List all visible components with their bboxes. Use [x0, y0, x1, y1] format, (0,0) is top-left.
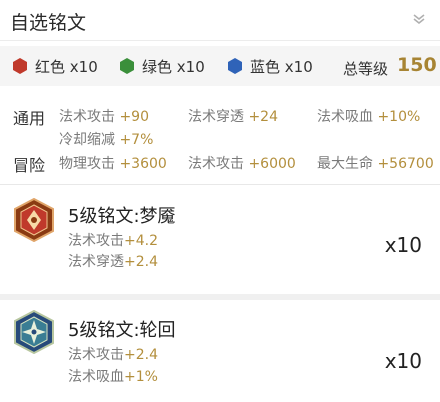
stat-value: +56700	[377, 156, 434, 172]
rune-stat: 法术攻击+2.4	[68, 344, 158, 364]
stat-name: 法术穿透	[188, 109, 244, 125]
stat-name: 物理攻击	[59, 156, 115, 172]
adventure-category-label: 冒险	[13, 156, 46, 175]
rune-item[interactable]: 5级铭文:梦魇 法术攻击+4.2 法术穿透+2.4 x10	[0, 190, 440, 290]
stat-name: 法术穿透	[68, 254, 124, 270]
stat-value: +3600	[119, 156, 167, 172]
stats-section: 通用 法术攻击 +90 法术穿透 +24 法术吸血 +10% 冷却缩减 +7% …	[0, 96, 440, 181]
rune-stat: 法术穿透+2.4	[68, 251, 158, 271]
stat-value: +24	[248, 109, 278, 125]
green-count: 绿色 x10	[119, 56, 205, 76]
rune-stat: 法术攻击+4.2	[68, 230, 158, 250]
red-count: 红色 x10	[12, 56, 98, 76]
stat-value: +2.4	[124, 347, 158, 363]
green-count-label: 绿色 x10	[142, 57, 205, 76]
general-category-label: 通用	[13, 109, 46, 128]
general-stat: 法术穿透 +24	[188, 106, 278, 126]
rune-stat: 法术吸血+1%	[68, 366, 158, 386]
blue-hexagon-icon	[228, 58, 242, 74]
general-stat: 法术攻击 +90	[59, 106, 149, 126]
stat-value: +1%	[124, 369, 158, 385]
stat-name: 法术攻击	[188, 156, 244, 172]
rune-quantity: x10	[384, 233, 422, 257]
rune-quantity: x10	[384, 349, 422, 373]
stat-name: 法术吸血	[68, 369, 124, 385]
panel-title: 自选铭文	[10, 12, 87, 34]
red-hexagon-icon	[13, 58, 27, 74]
nightmare-rune-icon	[14, 198, 54, 242]
stat-value: +6000	[248, 156, 296, 172]
divider	[0, 184, 440, 185]
total-level-value: 150	[397, 54, 437, 76]
stat-value: +4.2	[124, 233, 158, 249]
adventure-stat: 最大生命 +56700	[317, 153, 434, 173]
rune-title: 5级铭文:梦魇	[68, 206, 176, 227]
adventure-stat: 物理攻击 +3600	[59, 153, 167, 173]
stat-name: 法术吸血	[317, 109, 373, 125]
general-stat: 法术吸血 +10%	[317, 106, 420, 126]
adventure-stat: 法术攻击 +6000	[188, 153, 296, 173]
rune-title: 5级铭文:轮回	[68, 320, 176, 341]
rune-item[interactable]: 5级铭文:轮回 法术攻击+2.4 法术吸血+1% x10	[0, 302, 440, 402]
stat-name: 最大生命	[317, 156, 373, 172]
blue-count-label: 蓝色 x10	[250, 57, 313, 76]
stat-name: 法术攻击	[68, 347, 124, 363]
stat-name: 法术攻击	[68, 233, 124, 249]
stat-name: 冷却缩减	[59, 132, 115, 148]
stat-name: 法术攻击	[59, 109, 115, 125]
color-summary-bar: 红色 x10 绿色 x10 蓝色 x10 总等级 150	[0, 46, 440, 86]
total-level-label: 总等级	[343, 60, 389, 78]
red-count-label: 红色 x10	[35, 57, 98, 76]
reincarnation-rune-icon	[14, 310, 54, 354]
chevron-down-icon[interactable]	[412, 14, 426, 24]
blue-count: 蓝色 x10	[227, 56, 313, 76]
section-divider	[0, 294, 440, 300]
stat-value: +90	[119, 109, 149, 125]
stat-value: +2.4	[124, 254, 158, 270]
panel-header: 自选铭文	[0, 0, 440, 41]
stat-value: +10%	[377, 109, 421, 125]
general-stat: 冷却缩减 +7%	[59, 129, 153, 149]
stat-value: +7%	[119, 132, 154, 148]
green-hexagon-icon	[120, 58, 134, 74]
